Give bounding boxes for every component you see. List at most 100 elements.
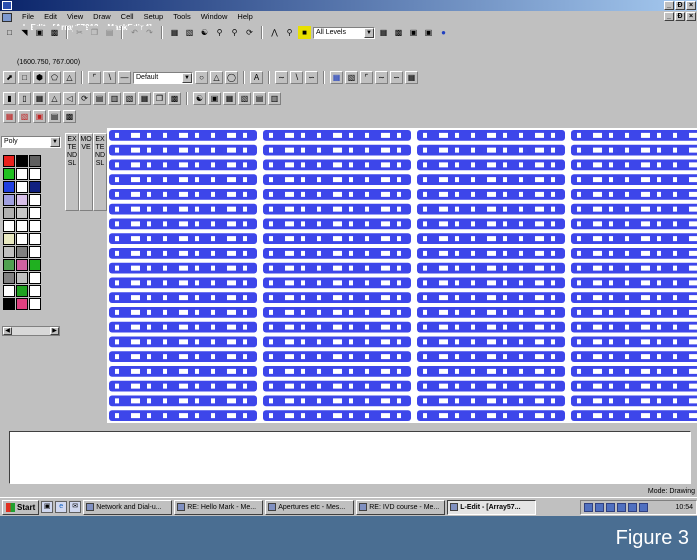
menu-window[interactable]: Window <box>196 11 233 23</box>
layout-cell[interactable] <box>109 307 257 318</box>
layer-swatch[interactable] <box>3 207 15 219</box>
layer-swatch[interactable] <box>3 272 15 284</box>
layout-cell[interactable] <box>263 277 411 289</box>
cell-bar[interactable] <box>571 174 697 185</box>
rotate-icon[interactable]: ⟳ <box>78 92 91 105</box>
cell-bar[interactable] <box>571 130 697 141</box>
grow-icon[interactable]: ▣ <box>208 92 221 105</box>
layout-cell[interactable] <box>263 130 411 141</box>
command-window[interactable] <box>9 431 691 484</box>
layout-cell[interactable] <box>263 159 411 171</box>
layer-swatch[interactable] <box>16 285 28 297</box>
save-disk-icon[interactable]: ▣ <box>33 26 46 39</box>
layout-cell[interactable] <box>263 174 411 185</box>
layout-cell[interactable] <box>417 351 565 362</box>
cell-bar[interactable] <box>571 144 697 156</box>
group-icon[interactable]: ▮ <box>3 92 16 105</box>
tray-network-icon[interactable] <box>584 502 593 512</box>
ruler-any-tool-icon[interactable]: ∽ <box>305 71 318 84</box>
cell-bar[interactable] <box>571 233 697 244</box>
menu-setup[interactable]: Setup <box>139 11 169 23</box>
circle-tool-icon[interactable]: ○ <box>195 71 208 84</box>
layout-cell[interactable] <box>571 233 697 244</box>
layout-cell[interactable] <box>571 248 697 259</box>
outlook-icon[interactable]: ✉ <box>69 501 82 513</box>
layout-cell[interactable] <box>109 218 257 230</box>
box-tool-icon[interactable]: □ <box>18 71 31 84</box>
layer-swatch[interactable] <box>3 220 15 232</box>
zoom-in-icon[interactable]: ⚲ <box>213 26 226 39</box>
layer-swatch[interactable] <box>16 272 28 284</box>
layout-cell[interactable] <box>417 233 565 244</box>
layout-cell[interactable] <box>109 410 257 421</box>
layout-cell[interactable] <box>417 218 565 230</box>
layer-swatch[interactable] <box>3 181 15 193</box>
layer-swatch[interactable] <box>16 155 28 167</box>
print-icon[interactable]: ▩ <box>48 26 61 39</box>
layer-swatch[interactable] <box>29 194 41 206</box>
layer-dropdown[interactable]: Poly ▼ <box>1 136 61 148</box>
layer-swatch[interactable] <box>16 233 28 245</box>
grid-tool-icon[interactable]: ▦ <box>405 71 418 84</box>
layout-cell[interactable] <box>417 380 565 392</box>
layer-swatch[interactable] <box>29 220 41 232</box>
layout-cell[interactable] <box>263 233 411 244</box>
extract-run-icon[interactable]: ▣ <box>33 110 46 123</box>
copy-icon[interactable]: ❐ <box>88 26 101 39</box>
layer-swatch[interactable] <box>3 155 15 167</box>
chevron-down-icon[interactable]: ▼ <box>364 27 374 38</box>
layout-cell[interactable] <box>571 366 697 377</box>
layout-cell[interactable] <box>109 174 257 185</box>
cell-bar[interactable] <box>571 189 697 200</box>
curve-tool-icon[interactable]: ∼ <box>375 71 388 84</box>
layout-cell[interactable] <box>109 144 257 156</box>
scroll-left-arrow-icon[interactable]: ◀ <box>3 327 12 335</box>
document-icon[interactable] <box>2 12 12 22</box>
layout-cell[interactable] <box>571 189 697 200</box>
layout-cell[interactable] <box>263 203 411 215</box>
layer-swatch[interactable] <box>29 155 41 167</box>
layout-cell[interactable] <box>571 130 697 141</box>
layout-cell[interactable] <box>263 395 411 407</box>
layer-swatch[interactable] <box>29 285 41 297</box>
layout-cell[interactable] <box>417 189 565 200</box>
cut-polygon-icon[interactable]: ⌜ <box>360 71 373 84</box>
extract-icon[interactable]: ▩ <box>392 26 405 39</box>
ruler-icon[interactable]: ⋀ <box>268 26 281 39</box>
layer-swatch[interactable] <box>3 298 15 310</box>
move-tab[interactable]: MOVE <box>79 133 93 211</box>
cell-bar[interactable] <box>571 218 697 230</box>
instance-tool-icon[interactable]: ▦ <box>330 71 343 84</box>
polygon-45-tool-icon[interactable]: ⬠ <box>48 71 61 84</box>
layer-swatch[interactable] <box>16 259 28 271</box>
layout-cell[interactable] <box>263 218 411 230</box>
tray-security-icon[interactable] <box>617 502 626 512</box>
layout-array[interactable] <box>107 128 697 423</box>
layout-cell[interactable] <box>417 366 565 377</box>
layout-cell[interactable] <box>263 351 411 362</box>
flatten-icon[interactable]: ▦ <box>33 92 46 105</box>
task-hello-mark[interactable]: RE: Hello Mark - Me... <box>174 499 264 515</box>
cross-section-icon[interactable]: ▣ <box>407 26 420 39</box>
move-by-icon[interactable]: ▦ <box>138 92 151 105</box>
layout-cell[interactable] <box>263 321 411 333</box>
ledit-app-icon[interactable] <box>2 1 12 10</box>
drc-run-icon[interactable]: ▦ <box>3 110 16 123</box>
layout-cell[interactable] <box>417 248 565 259</box>
cell-bar[interactable] <box>571 248 697 259</box>
task-network[interactable]: Network and Dial-u... <box>83 499 173 515</box>
palette-scrollbar[interactable]: ◀ ▶ <box>2 326 60 336</box>
layer-visibility-icon[interactable]: ■ <box>298 26 311 39</box>
menu-file[interactable]: File <box>17 11 39 23</box>
cell-bar[interactable] <box>571 203 697 215</box>
start-button[interactable]: Start <box>2 499 40 515</box>
layout-cell[interactable] <box>109 203 257 215</box>
layer-swatch[interactable] <box>16 246 28 258</box>
layout-cell[interactable] <box>571 380 697 392</box>
layout-cell[interactable] <box>571 351 697 362</box>
select-arrow-icon[interactable]: ⬈ <box>3 71 16 84</box>
new-file-icon[interactable]: □ <box>3 26 16 39</box>
layer-swatch[interactable] <box>29 272 41 284</box>
layout-cell[interactable] <box>263 292 411 303</box>
redo-icon[interactable]: ↷ <box>143 26 156 39</box>
